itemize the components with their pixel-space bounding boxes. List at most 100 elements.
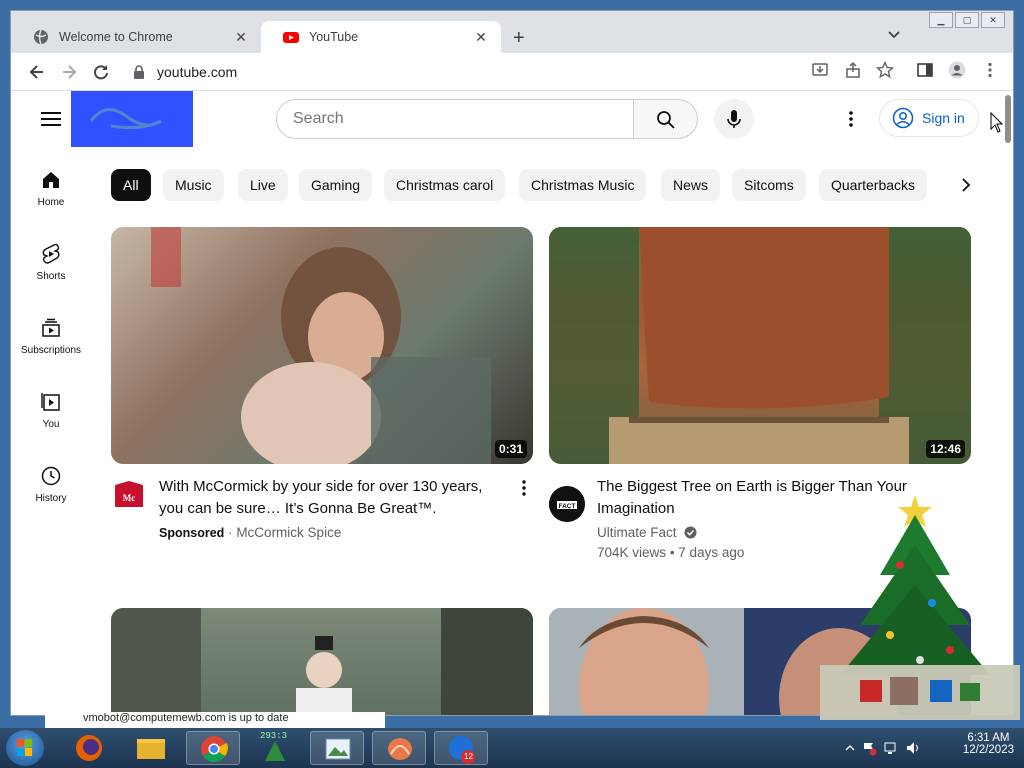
taskbar-app-blue[interactable]: 12 [434,731,488,765]
shorts-icon [42,243,60,264]
account-circle-icon [892,107,914,129]
start-button[interactable] [6,730,44,766]
sidebar-item-you[interactable]: You [11,391,91,430]
lock-icon[interactable] [133,65,145,79]
volume-icon[interactable] [905,740,921,756]
thumbnail-image [151,227,491,464]
close-tab-icon[interactable]: ✕ [233,29,249,46]
taskbar-chrome[interactable] [186,731,240,765]
chip-quarterbacks[interactable]: Quarterbacks [819,169,928,201]
sidebar-item-subscriptions[interactable]: Subscriptions [11,317,91,356]
taskbar-app-orange[interactable] [372,731,426,765]
profile-icon[interactable] [948,61,966,79]
chevron-up-icon[interactable] [845,740,855,756]
menu-icon[interactable] [41,111,61,127]
video-thumbnail[interactable] [111,608,533,715]
search-input[interactable]: Search [276,99,634,139]
taskbar-photos[interactable] [310,731,364,765]
channel-avatar[interactable]: FACT [549,486,585,522]
scribble-icon [89,108,162,130]
forward-arrow-icon[interactable] [59,62,79,82]
video-more-icon[interactable] [514,478,534,498]
youtube-favicon-icon [283,32,299,43]
sidebar-item-label: Subscriptions [20,345,82,356]
close-tab-icon[interactable]: ✕ [473,29,489,46]
tab-title: Welcome to Chrome [59,30,173,44]
channel-name[interactable]: McCormick Spice [236,525,341,540]
gadget-counter: 293:3 [260,731,288,741]
globe-icon [34,29,48,45]
sidebar-item-label: History [35,493,67,504]
folder-icon [137,739,165,759]
sidebar-item-home[interactable]: Home [11,169,91,208]
chevron-down-icon[interactable] [887,28,901,42]
voice-search-button[interactable] [714,99,754,139]
windows-taskbar: 293:3 12 6:31 AM 12/2/2023 [0,728,1024,768]
chip-sitcoms[interactable]: Sitcoms [732,169,806,201]
taskbar-tree-gadget[interactable]: 293:3 [248,731,302,765]
side-panel-icon[interactable] [916,61,934,79]
settings-more-icon[interactable] [841,109,861,129]
back-arrow-icon[interactable] [27,62,47,82]
youtube-logo-redacted[interactable] [71,91,193,147]
channel-avatar[interactable]: Mc [111,479,147,515]
chip-gaming[interactable]: Gaming [299,169,373,201]
verified-icon [684,526,697,539]
windows-logo-icon [17,739,32,756]
chrome-menu-icon[interactable] [981,61,999,79]
view-count: 704K views [597,545,667,560]
chip-live[interactable]: Live [238,169,288,201]
svg-text:Mc: Mc [123,493,136,503]
chip-all[interactable]: All [111,169,151,201]
install-app-icon[interactable] [811,61,829,79]
reload-icon[interactable] [91,62,111,82]
video-duration: 12:46 [926,440,965,458]
clock-date: 12/2/2023 [962,744,1014,756]
taskbar-firefox[interactable] [62,731,116,765]
firefox-icon [76,735,102,761]
tab-welcome-to-chrome[interactable]: Welcome to Chrome ✕ [11,21,261,53]
mouse-cursor-icon [990,112,1004,133]
minimize-button[interactable]: ▁ [929,12,953,28]
video-thumbnail[interactable]: 0:31 [111,227,533,464]
action-center-icon[interactable] [861,740,877,756]
chip-music[interactable]: Music [163,169,224,201]
video-title[interactable]: With McCormick by your side for over 130… [159,476,519,520]
home-icon [43,172,59,188]
video-meta: Sponsored · McCormick Spice [159,523,341,543]
sidebar-item-history[interactable]: History [11,465,91,504]
chevron-right-icon[interactable] [956,177,976,193]
chip-christmas-carol[interactable]: Christmas carol [384,169,506,201]
christmas-tree-gadget[interactable] [820,485,1020,725]
sign-in-button[interactable]: Sign in [879,99,979,137]
mccormick-logo-icon: Mc [115,481,143,507]
search-button[interactable] [634,99,698,139]
search-icon [657,111,675,129]
taskbar-explorer[interactable] [124,731,178,765]
video-title-line: With McCormick by your side for over 130… [159,478,483,495]
sign-in-label: Sign in [922,110,965,126]
you-icon [41,393,60,411]
video-thumbnail[interactable]: 12:46 [549,227,971,464]
clock-time: 6:31 AM [967,732,1010,744]
url-text[interactable]: youtube.com [157,64,237,80]
sidebar-item-shorts[interactable]: Shorts [11,243,91,282]
share-icon[interactable] [844,61,862,79]
channel-row: Ultimate Fact [597,523,744,543]
scrollbar-thumb[interactable] [1005,95,1011,143]
bookmark-star-icon[interactable] [876,61,894,79]
maximize-button[interactable]: ▢ [955,12,979,28]
chip-christmas-music[interactable]: Christmas Music [519,169,647,201]
close-window-button[interactable]: ✕ [981,12,1005,28]
svg-text:FACT: FACT [559,503,576,510]
sidebar-item-label: Home [37,197,65,208]
tab-youtube[interactable]: YouTube ✕ [261,21,501,53]
network-icon[interactable] [883,740,899,756]
new-tab-button[interactable]: + [513,27,525,50]
window-controls: ▁ ▢ ✕ [929,12,1005,28]
channel-name[interactable]: Ultimate Fact [597,525,677,540]
thumbnail-image [549,227,971,464]
clock[interactable]: 6:31 AM 12/2/2023 [963,732,1014,756]
video-title-line: you can be sure… It’s Gonna Be Great™. [159,500,437,517]
chip-news[interactable]: News [661,169,721,201]
